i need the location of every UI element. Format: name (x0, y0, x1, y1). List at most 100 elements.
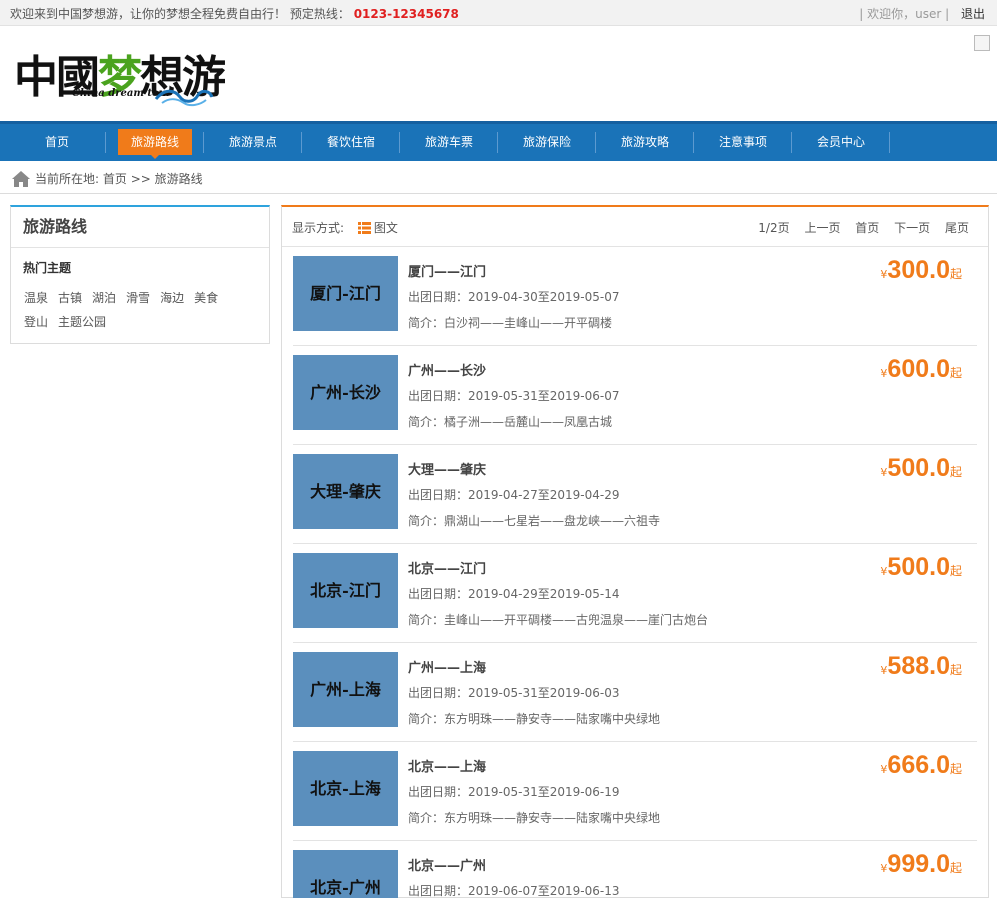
route-name[interactable]: 大理——肇庆 (408, 459, 486, 478)
route-date: 出团日期：2019-04-30至2019-05-07 (408, 290, 620, 304)
display-mode-value[interactable]: 图文 (374, 221, 398, 235)
route-intro: 简介：东方明珠——静安寺——陆家嘴中央绿地 (408, 811, 661, 825)
route-date: 出团日期：2019-04-27至2019-04-29 (408, 488, 620, 502)
user-area: | 欢迎你，user | 退出 (859, 5, 985, 22)
route-name[interactable]: 广州——长沙 (408, 360, 486, 379)
nav-item-label: 注意事项 (718, 135, 767, 149)
route-name[interactable]: 广州——上海 (408, 657, 486, 676)
nav-item[interactable]: 旅游景点 (204, 124, 302, 161)
pagination: 1/2页 上一页 首页 下一页 尾页 (747, 219, 969, 236)
list-view-icon[interactable] (357, 222, 371, 234)
route-price: ¥588.0起 (880, 652, 962, 681)
home-icon (12, 171, 30, 187)
route-intro: 简介：橘子洲——岳麓山——凤凰古城 (408, 415, 613, 429)
route-item: 厦门-江门 厦门——江门出团日期：2019-04-30至2019-05-07 简介：… (293, 247, 977, 346)
theme-tag[interactable]: 滑雪 (126, 286, 150, 310)
sidebar: 旅游路线 热门主题 温泉 古镇 湖泊 滑雪 海边 美食登山 主题公园 (10, 205, 270, 344)
price-unit: 起 (949, 564, 962, 578)
nav-item[interactable]: 旅游攻略 (596, 124, 694, 161)
route-thumbnail[interactable]: 北京-广州 (293, 850, 398, 898)
theme-tag[interactable]: 湖泊 (92, 286, 116, 310)
route-date: 出团日期：2019-05-31至2019-06-03 (408, 686, 620, 700)
breadcrumb-current[interactable]: 旅游路线 (155, 172, 203, 186)
price-unit: 起 (949, 267, 962, 281)
breadcrumb-separator: >> (130, 172, 151, 186)
nav-item-label: 旅游保险 (522, 135, 571, 149)
route-price: ¥999.0起 (880, 850, 962, 879)
route-thumbnail[interactable]: 北京-上海 (293, 751, 398, 826)
price-value: 666.0 (887, 751, 950, 779)
route-intro: 简介：鼎湖山——七星岩——盘龙峡——六祖寺 (408, 514, 661, 528)
first-page-link[interactable]: 首页 (855, 221, 879, 235)
route-intro: 简介：白沙祠——圭峰山——开平碉楼 (408, 316, 613, 330)
nav-item[interactable]: 会员中心 (792, 124, 890, 161)
price-value: 300.0 (887, 256, 950, 284)
route-thumbnail[interactable]: 广州-上海 (293, 652, 398, 727)
route-price: ¥600.0起 (880, 355, 962, 384)
nav-item[interactable]: 旅游车票 (400, 124, 498, 161)
nav-item[interactable]: 旅游保险 (498, 124, 596, 161)
user-greeting: | 欢迎你，user | (859, 7, 950, 21)
display-mode-label: 显示方式: (292, 221, 345, 235)
next-page-link[interactable]: 下一页 (894, 221, 930, 235)
route-thumbnail[interactable]: 广州-长沙 (293, 355, 398, 430)
price-value: 500.0 (887, 454, 950, 482)
price-unit: 起 (949, 465, 962, 479)
welcome-text: 欢迎来到中国梦想游，让你的梦想全程免费自由行！ 预定热线： 0123-12345… (10, 5, 459, 22)
route-name[interactable]: 厦门——江门 (408, 261, 486, 280)
price-unit: 起 (949, 663, 962, 677)
theme-tag[interactable]: 主题公园 (58, 310, 106, 334)
route-price: ¥500.0起 (880, 454, 962, 483)
breadcrumb-text: 当前所在地: 首页 >> 旅游路线 (35, 170, 203, 187)
list-toolbar: 显示方式: 图文 1/2页 上一页 首页 下一页 尾页 (282, 207, 988, 247)
route-item: 北京-上海 北京——上海 出团日期：2019-05-31至2019-06-19 简介：… (293, 742, 977, 841)
route-item: 大理-肇庆 大理——肇庆出团日期：2019-04-27至2019-04-29 简介：… (293, 445, 977, 544)
hotline-number: 0123-12345678 (353, 7, 459, 21)
price-value: 500.0 (887, 553, 950, 581)
prev-page-link[interactable]: 上一页 (804, 221, 840, 235)
route-date: 出团日期：2019-04-29至2019-05-14 (408, 587, 620, 601)
sidebar-subtitle: 热门主题 (23, 261, 72, 275)
route-thumbnail[interactable]: 厦门-江门 (293, 256, 398, 331)
theme-tag[interactable]: 美食 (194, 286, 218, 310)
header: 中國梦想游 China dream tour (0, 27, 997, 121)
logout-link[interactable]: 退出 (961, 7, 985, 21)
wave-icon (154, 89, 214, 107)
breadcrumb-home-link[interactable]: 首页 (103, 172, 127, 186)
breadcrumb-prefix: 当前所在地: (35, 172, 100, 186)
nav-item[interactable]: 注意事项 (694, 124, 792, 161)
display-mode: 显示方式: 图文 (292, 219, 398, 236)
price-value: 999.0 (887, 850, 950, 878)
page-info: 1/2页 (758, 221, 790, 235)
price-unit: 起 (949, 366, 962, 380)
route-name[interactable]: 北京——上海 (408, 756, 486, 775)
last-page-link[interactable]: 尾页 (945, 221, 969, 235)
welcome-message: 欢迎来到中国梦想游，让你的梦想全程免费自由行！ (10, 7, 287, 21)
breadcrumb: 当前所在地: 首页 >> 旅游路线 (0, 162, 997, 194)
nav-item-label: 首页 (44, 135, 69, 149)
sidebar-title: 旅游路线 (11, 207, 269, 248)
route-item: 广州-上海 广州——上海 出团日期：2019-05-31至2019-06-03 简介：… (293, 643, 977, 742)
route-thumbnail[interactable]: 北京-江门 (293, 553, 398, 628)
main-nav: 首页 旅游路线 旅游景点 餐饮住宿 旅游车票 旅游保险 旅游攻略 注意事项 会员中心 (0, 121, 997, 161)
route-name[interactable]: 北京——江门 (408, 558, 486, 577)
route-thumbnail[interactable]: 大理-肇庆 (293, 454, 398, 529)
route-list-panel: 显示方式: 图文 1/2页 上一页 首页 下一页 尾页 厦门-江门 厦门——江门出… (281, 205, 989, 898)
site-logo[interactable]: 中國梦想游 China dream tour (14, 41, 226, 111)
top-bar: 欢迎来到中国梦想游，让你的梦想全程免费自由行！ 预定热线： 0123-12345… (0, 0, 997, 26)
nav-item[interactable]: 餐饮住宿 (302, 124, 400, 161)
hotline-label: 预定热线： (289, 7, 350, 21)
nav-item[interactable]: 首页 (8, 124, 106, 161)
route-item: 广州-长沙 广州——长沙 出团日期：2019-05-31至2019-06-07 简介：… (293, 346, 977, 445)
nav-item-label: 旅游景点 (228, 135, 277, 149)
theme-tag[interactable]: 登山 (24, 310, 48, 334)
theme-tag[interactable]: 温泉 (24, 286, 48, 310)
price-value: 588.0 (887, 652, 950, 680)
theme-tag[interactable]: 古镇 (58, 286, 82, 310)
theme-tags: 温泉 古镇 湖泊 滑雪 海边 美食登山 主题公园 (11, 276, 269, 334)
nav-item-label: 旅游路线 (117, 129, 192, 159)
nav-item[interactable]: 旅游路线 (106, 124, 204, 161)
nav-item-label: 旅游车票 (424, 135, 473, 149)
theme-tag[interactable]: 海边 (160, 286, 184, 310)
route-name[interactable]: 北京——广州 (408, 855, 486, 874)
